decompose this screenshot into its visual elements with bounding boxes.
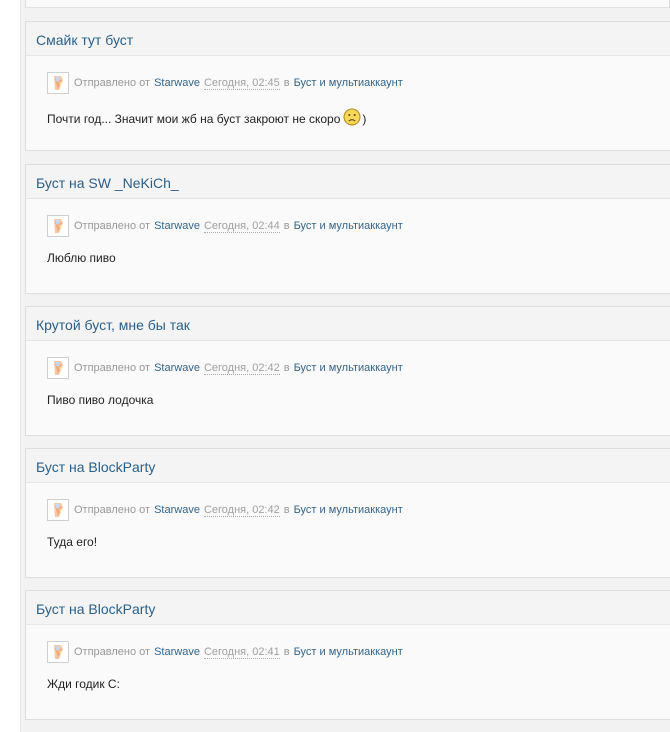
post-text: Люблю пиво: [47, 251, 116, 265]
post-date: Сегодня, 02:44: [203, 219, 280, 233]
author-link[interactable]: Starwave: [154, 77, 200, 89]
post-card: Смайк тут буст Отправлено от Starwave Се…: [25, 21, 670, 151]
post-meta: Отправлено от Starwave Сегодня, 02:42 в …: [47, 356, 403, 380]
page: Смайк тут буст Отправлено от Starwave Се…: [0, 0, 670, 732]
forum-link[interactable]: Буст и мультиаккаунт: [294, 220, 403, 232]
post-title-link[interactable]: Буст на BlockParty: [36, 601, 155, 617]
previous-post-edge: [25, 0, 670, 8]
post-header: Буст на BlockParty: [26, 591, 670, 625]
post-date: Сегодня, 02:42: [203, 361, 280, 375]
post-meta: Отправлено от Starwave Сегодня, 02:41 в …: [47, 640, 403, 664]
author-link[interactable]: Starwave: [154, 220, 200, 232]
forum-link[interactable]: Буст и мультиаккаунт: [294, 362, 403, 374]
forum-link[interactable]: Буст и мультиаккаунт: [294, 77, 403, 89]
user-avatar-icon[interactable]: [47, 499, 69, 521]
post-text-end: ): [362, 111, 367, 126]
post-date: Сегодня, 02:41: [203, 645, 280, 659]
sent-by-label: Отправлено от: [74, 77, 151, 89]
forum-link[interactable]: Буст и мультиаккаунт: [294, 504, 403, 516]
post-header: Буст на SW _NeKiCh_: [26, 165, 670, 199]
in-label: в: [283, 362, 290, 374]
post-card: Буст на BlockParty Отправлено от Starwav…: [25, 448, 670, 578]
post-header: Смайк тут буст: [26, 22, 670, 56]
post-header: Буст на BlockParty: [26, 449, 670, 483]
forum-link[interactable]: Буст и мультиаккаунт: [294, 646, 403, 658]
author-link[interactable]: Starwave: [154, 362, 200, 374]
post-card: Буст на SW _NeKiCh_ Отправлено от Starwa…: [25, 164, 670, 294]
post-header: Крутой буст, мне бы так: [26, 307, 670, 341]
in-label: в: [283, 646, 290, 658]
sad-smiley-icon: [343, 108, 361, 129]
post-meta: Отправлено от Starwave Сегодня, 02:45 в …: [47, 71, 403, 95]
post-text: Почти год... Значит мои жб на буст закро…: [47, 111, 341, 126]
sent-by-label: Отправлено от: [74, 220, 151, 232]
author-link[interactable]: Starwave: [154, 646, 200, 658]
post-text: Туда его!: [47, 535, 98, 549]
sent-by-label: Отправлено от: [74, 646, 151, 658]
sent-by-label: Отправлено от: [74, 504, 151, 516]
post-body: Пиво пиво лодочка: [47, 393, 153, 407]
post-title-link[interactable]: Буст на BlockParty: [36, 459, 155, 475]
post-card: Буст на BlockParty Отправлено от Starwav…: [25, 590, 670, 720]
user-avatar-icon[interactable]: [47, 215, 69, 237]
post-body: Люблю пиво: [47, 251, 116, 265]
user-avatar-icon[interactable]: [47, 72, 69, 94]
in-label: в: [283, 220, 290, 232]
post-title-link[interactable]: Смайк тут буст: [36, 32, 133, 48]
post-body: Жди годик С:: [47, 677, 120, 691]
user-avatar-icon[interactable]: [47, 357, 69, 379]
post-text: Жди годик С:: [47, 677, 120, 691]
post-title-link[interactable]: Крутой буст, мне бы так: [36, 317, 190, 333]
post-meta: Отправлено от Starwave Сегодня, 02:44 в …: [47, 214, 403, 238]
post-body: Туда его!: [47, 535, 97, 549]
post-meta: Отправлено от Starwave Сегодня, 02:42 в …: [47, 498, 403, 522]
in-label: в: [283, 504, 290, 516]
sent-by-label: Отправлено от: [74, 362, 151, 374]
post-date: Сегодня, 02:45: [203, 76, 280, 90]
left-margin: [0, 0, 20, 732]
author-link[interactable]: Starwave: [154, 504, 200, 516]
post-text: Пиво пиво лодочка: [47, 393, 154, 407]
post-date: Сегодня, 02:42: [203, 503, 280, 517]
in-label: в: [283, 77, 290, 89]
user-avatar-icon[interactable]: [47, 641, 69, 663]
post-body: Почти год... Значит мои жб на буст закро…: [47, 108, 366, 129]
post-card: Крутой буст, мне бы так Отправлено от St…: [25, 306, 670, 436]
post-title-link[interactable]: Буст на SW _NeKiCh_: [36, 175, 179, 191]
